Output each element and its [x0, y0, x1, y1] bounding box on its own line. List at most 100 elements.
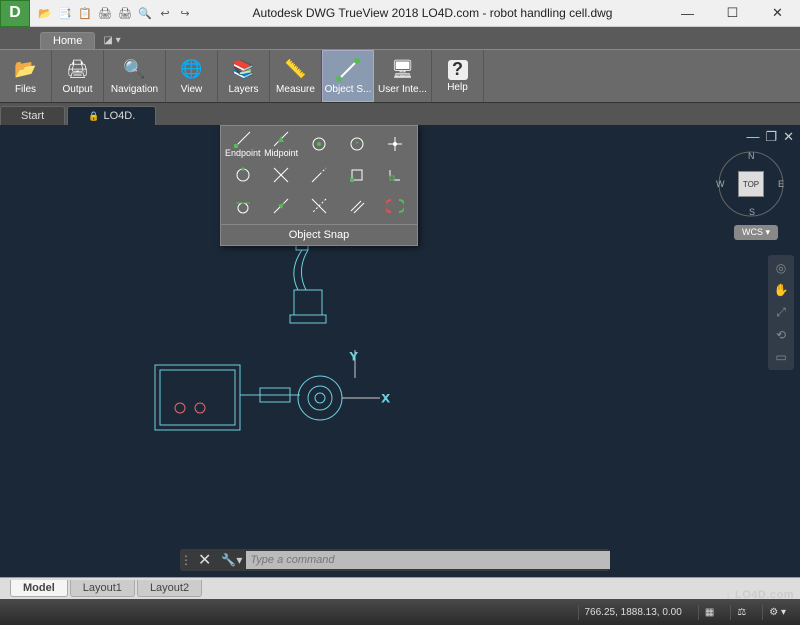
ribbon-object-snap[interactable]: Object S... [322, 50, 374, 102]
minimize-button[interactable]: — [665, 0, 710, 27]
qat-copy-icon[interactable]: 📋 [76, 4, 94, 22]
snap-nearest[interactable] [264, 192, 299, 220]
snap-node[interactable] [378, 130, 413, 158]
magnifier-icon: 🔍 [123, 58, 147, 82]
ribbon-label: Object S... [325, 84, 372, 95]
axis-x-label: X [382, 393, 390, 405]
viewport-close-icon[interactable]: ✕ [783, 129, 794, 145]
viewcube-east[interactable]: E [778, 179, 784, 189]
ribbon-output[interactable]: 🖨 Output [52, 50, 104, 102]
svg-text:*: * [356, 140, 359, 149]
app-icon[interactable]: D [0, 0, 30, 27]
cmd-drag-handle-icon[interactable]: ⋮ [180, 553, 192, 567]
snap-panel-title: Object Snap [221, 224, 417, 245]
window-title: Autodesk DWG TrueView 2018 LO4D.com - ro… [200, 6, 665, 20]
nav-pan-icon[interactable]: ✋ [774, 283, 789, 297]
viewport-restore-icon[interactable]: ❐ [765, 129, 777, 145]
nav-orbit-icon[interactable]: ⟲ [776, 328, 786, 342]
navigation-bar: ◎ ✋ ⤢ ⟲ ▭ [768, 255, 794, 370]
ribbon-files[interactable]: 📂 Files [0, 50, 52, 102]
qat-plot-icon[interactable]: 🖨 [116, 4, 134, 22]
lock-icon: 🔒 [88, 111, 99, 121]
layers-icon: 📚 [232, 58, 256, 82]
layout-tab-layout2[interactable]: Layout2 [137, 580, 202, 597]
window-controls: — ☐ ✕ [665, 0, 800, 27]
qat-find-icon[interactable]: 🔍 [136, 4, 154, 22]
maximize-button[interactable]: ☐ [710, 0, 755, 27]
ribbon-label: Navigation [111, 84, 158, 95]
layout-tabs: Model Layout1 Layout2 [0, 577, 800, 599]
snap-perpendicular[interactable] [378, 161, 413, 189]
ribbon-label: Help [447, 82, 468, 93]
qat-redo-icon[interactable]: ↪ [176, 4, 194, 22]
snap-extension[interactable] [302, 161, 337, 189]
ribbon-layers[interactable]: 📚 Layers [218, 50, 270, 102]
snap-geometric-center[interactable]: * [340, 130, 375, 158]
viewport-controls: — ❐ ✕ [746, 129, 794, 145]
ribbon-tabstrip: Home ◪ ▾ [0, 27, 800, 49]
snap-icon [336, 58, 360, 82]
status-settings-icon[interactable]: ⚙ ▾ [762, 605, 792, 620]
cmd-wrench-icon[interactable]: 🔧▾ [217, 553, 246, 567]
command-line: ⋮ ✕ 🔧▾ [180, 549, 610, 571]
snap-intersection[interactable] [264, 161, 299, 189]
viewcube-north[interactable]: N [748, 151, 755, 161]
folder-icon: 📂 [14, 58, 38, 82]
tab-expand-icon[interactable]: ◪ ▾ [103, 35, 120, 49]
layout-tab-layout1[interactable]: Layout1 [70, 580, 135, 597]
drawing-assembly: X Y [150, 350, 410, 450]
help-icon: ? [448, 60, 468, 80]
status-scale-icon[interactable]: ⚖ [730, 605, 752, 620]
ruler-icon: 📏 [284, 58, 308, 82]
ribbon-help[interactable]: ? Help [432, 50, 484, 102]
nav-zoom-extents-icon[interactable]: ⤢ [776, 305, 786, 320]
ribbon: 📂 Files 🖨 Output 🔍 Navigation 🌐 View 📚 L… [0, 49, 800, 103]
wcs-badge[interactable]: WCS ▾ [734, 225, 778, 240]
snap-quadrant[interactable] [225, 161, 261, 189]
status-grid-icon[interactable]: ▦ [698, 605, 720, 620]
printer-icon: 🖨 [66, 58, 90, 82]
viewcube[interactable]: TOP N S E W [716, 149, 786, 219]
ribbon-label: User Inte... [378, 84, 427, 95]
ribbon-label: Output [62, 84, 92, 95]
doc-tab-start[interactable]: Start [0, 106, 65, 125]
snap-insertion[interactable] [340, 161, 375, 189]
ribbon-measure[interactable]: 📏 Measure [270, 50, 322, 102]
ribbon-view[interactable]: 🌐 View [166, 50, 218, 102]
qat-undo-icon[interactable]: ↩ [156, 4, 174, 22]
drawing-canvas[interactable]: Endpoint Midpoint * Object Snap — ❐ ✕ TO… [0, 125, 800, 577]
nav-wheel-icon[interactable]: ◎ [776, 261, 786, 275]
tab-home[interactable]: Home [40, 32, 95, 49]
doc-tab-file[interactable]: 🔒LO4D. [67, 106, 156, 125]
snap-midpoint[interactable]: Midpoint [264, 130, 299, 158]
ribbon-user-interface[interactable]: 🖥 User Inte... [374, 50, 432, 102]
object-snap-panel: Endpoint Midpoint * Object Snap [220, 125, 418, 246]
titlebar: D 📂 📑 📋 🖨 🖨 🔍 ↩ ↪ Autodesk DWG TrueView … [0, 0, 800, 27]
snap-enabled[interactable] [378, 192, 413, 220]
qat-print-icon[interactable]: 🖨 [96, 4, 114, 22]
cmd-close-icon[interactable]: ✕ [192, 550, 217, 570]
viewcube-south[interactable]: S [749, 207, 755, 217]
viewcube-west[interactable]: W [716, 179, 725, 189]
snap-apparent-intersection[interactable] [302, 192, 337, 220]
document-tabs: Start 🔒LO4D. [0, 103, 800, 125]
ribbon-label: View [181, 84, 203, 95]
nav-showhide-icon[interactable]: ▭ [775, 350, 786, 364]
viewcube-face-top[interactable]: TOP [738, 171, 764, 197]
snap-tangent[interactable] [225, 192, 261, 220]
qat-open-icon[interactable]: 📂 [36, 4, 54, 22]
status-coordinates: 766.25, 1888.13, 0.00 [578, 605, 688, 620]
ribbon-label: Layers [228, 84, 258, 95]
snap-center[interactable] [302, 130, 337, 158]
viewport-minimize-icon[interactable]: — [746, 129, 759, 145]
snap-endpoint[interactable]: Endpoint [225, 130, 261, 158]
ribbon-navigation[interactable]: 🔍 Navigation [104, 50, 166, 102]
command-input[interactable] [246, 551, 610, 569]
layout-tab-model[interactable]: Model [10, 580, 68, 597]
axis-y-label: Y [350, 351, 358, 363]
snap-parallel[interactable] [340, 192, 375, 220]
close-button[interactable]: ✕ [755, 0, 800, 27]
watermark: ↓ LO4D.com [725, 589, 794, 601]
qat-sheet-icon[interactable]: 📑 [56, 4, 74, 22]
quick-access-toolbar: 📂 📑 📋 🖨 🖨 🔍 ↩ ↪ [30, 4, 200, 22]
